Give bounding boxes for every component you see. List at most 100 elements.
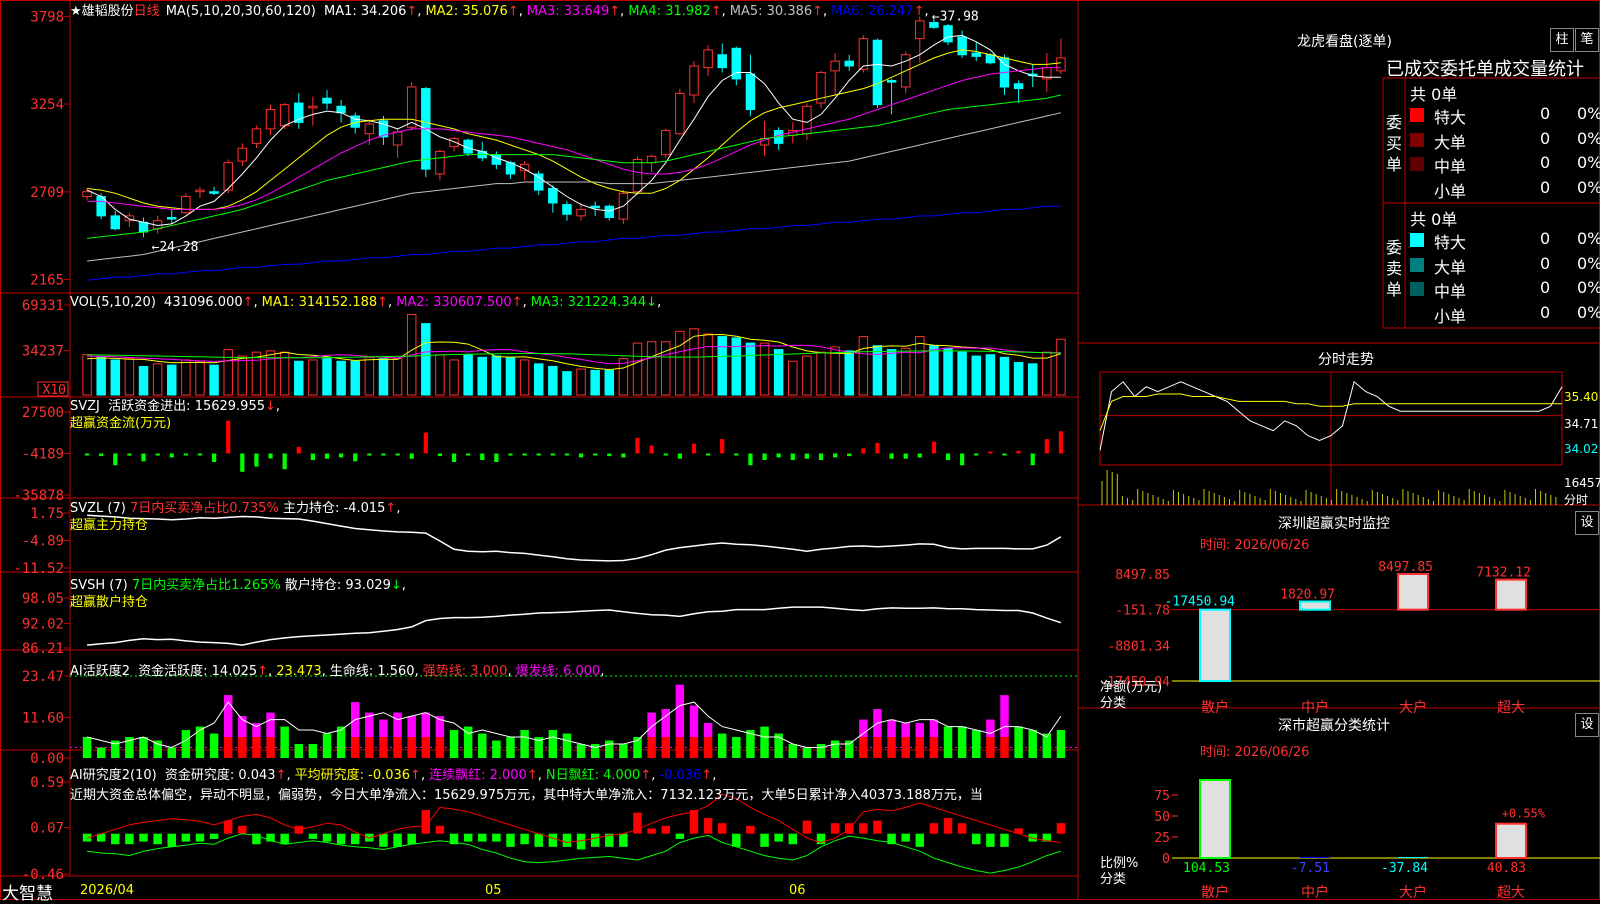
ai-active-bar-16 xyxy=(308,744,318,758)
ai-active-base-20 xyxy=(365,737,374,758)
buy-row-value-3: 0 xyxy=(1540,177,1551,197)
svzj-bar-43 xyxy=(691,443,697,454)
buy-row-pct-3: 0% xyxy=(1577,177,1600,197)
ai-research-bar-14 xyxy=(280,833,289,845)
ai-active-base-11 xyxy=(238,737,247,758)
candle-body-55 xyxy=(858,38,869,70)
vol-header: VOL(5,10,20) 431096.000↑, MA1: 314152.188… xyxy=(70,295,661,310)
ai-research-bar-44 xyxy=(703,817,713,834)
svsh-label: 散户持仓: xyxy=(284,578,342,593)
candle-body-35 xyxy=(576,208,586,217)
sell-row-swatch-3 xyxy=(1410,306,1424,321)
vol-legend-item-sep-2: , xyxy=(522,295,527,310)
vol-bar-44 xyxy=(703,333,713,396)
candle-body-59 xyxy=(915,20,925,40)
ai-active-base-40 xyxy=(647,737,656,758)
intraday-title: 分时走势 xyxy=(1318,352,1374,368)
ai-research-bar-63 xyxy=(972,833,981,845)
svzj-bar-22 xyxy=(395,453,400,456)
ai-active-base-58 xyxy=(901,737,910,758)
candle-body-33 xyxy=(548,187,558,204)
buy-row-label-2: 中单 xyxy=(1434,157,1467,176)
vol-legend-item-0: 431096.000 xyxy=(164,295,243,310)
svzj-bar-20 xyxy=(367,453,372,456)
ai-active-bar-52 xyxy=(816,744,826,758)
svzj-bar-18 xyxy=(338,453,344,458)
ai-research-bar-55 xyxy=(859,823,868,834)
ai-research-bar-41 xyxy=(661,825,670,834)
ai-active-legend-item-sep-1: , xyxy=(321,664,326,679)
vol-bar-18 xyxy=(336,360,346,396)
svzl-header: SVZL (7) 7日内买卖净占比0.735% 主力持仓: -4.015↑, 超… xyxy=(70,501,401,533)
period-label[interactable]: 日线 xyxy=(134,4,160,19)
svzj-tick-1: -4189 xyxy=(22,447,64,463)
ai-research-legend-item-arrow-0: ↑ xyxy=(275,768,287,783)
stock-name[interactable]: 雄韬股份 xyxy=(82,4,134,19)
ai-active-base-64 xyxy=(986,737,995,758)
ai-active-legend-item-sep-2: , xyxy=(414,664,419,679)
ai-research-legend-item-1: 平均研究度: -0.036 xyxy=(294,768,411,783)
bar-mode-button[interactable]: 柱 xyxy=(1550,28,1574,52)
ai-active-base-13 xyxy=(266,737,275,758)
ai-active-bar-4 xyxy=(139,737,148,758)
classify-bar-2 xyxy=(1398,857,1428,858)
ai-research-bar-56 xyxy=(873,820,882,834)
svzj-bar-44 xyxy=(705,453,711,456)
ai-research-legend-item-3: N日飘红: 4.000 xyxy=(545,768,641,783)
candle-body-62 xyxy=(957,36,967,56)
classify-value-0: 104.53 xyxy=(1183,861,1230,876)
svzj-header: SVZJ 活跃资金进出: 15629.955↓, 超赢资金流(万元) xyxy=(70,399,281,431)
candle-body-13 xyxy=(265,109,276,130)
vol-bar-25 xyxy=(435,354,445,396)
ai-active-top-43 xyxy=(689,705,699,738)
ai-active-legend: 资金活跃度: 14.025↑, 23.473, 生命线: 1.560, 强势线: 3.… xyxy=(134,664,604,679)
monitor-y-tick-0: 8497.85 xyxy=(1115,568,1170,583)
classify-settings-button[interactable]: 设 xyxy=(1575,713,1599,737)
ai-active-top-21 xyxy=(379,719,388,738)
ai-research-bar-29 xyxy=(492,833,501,842)
svzj-bar-7 xyxy=(183,453,188,456)
sell-row-swatch-1 xyxy=(1410,257,1424,272)
svzl-tick-2: -11.52 xyxy=(13,561,64,577)
svzj-bar-69 xyxy=(1058,431,1064,454)
ai-active-base-42 xyxy=(675,737,685,758)
svzj-bar-52 xyxy=(818,453,824,461)
intraday-tick-0: 35.40 xyxy=(1564,390,1599,404)
svzl-tick-0: 1.75 xyxy=(30,506,64,522)
monitor-cat-3: 超大 xyxy=(1497,700,1525,716)
classify-bar-3 xyxy=(1495,822,1527,860)
sell-row-pct-3: 0% xyxy=(1577,302,1600,322)
monitor-bar-1 xyxy=(1299,600,1331,611)
vol-bar-36 xyxy=(590,369,600,396)
ai-research-tick-1: 0.07 xyxy=(30,821,64,837)
ai-active-bar-48 xyxy=(760,726,769,758)
ai-active-tick-2: 0.00 xyxy=(30,751,64,767)
svzj-bar-5 xyxy=(155,453,160,456)
monitor-settings-button[interactable]: 设 xyxy=(1575,511,1599,535)
tick-mode-button[interactable]: 笔 xyxy=(1575,28,1599,52)
svzj-bar-60 xyxy=(931,441,937,454)
ma-legend-item-arrow-0: ↑ xyxy=(406,4,418,19)
svzj-bar-34 xyxy=(564,453,570,456)
vol-ma-line-3 xyxy=(87,350,1061,359)
ai-research-legend-item-arrow-2: ↑ xyxy=(526,768,538,783)
svzj-bar-38 xyxy=(621,453,626,458)
ai-active-legend-item-4: 爆发线: 6.000 xyxy=(515,664,601,679)
ma-title: MA(5,10,20,30,60,120) xyxy=(165,4,316,19)
svzj-bar-39 xyxy=(635,437,640,454)
candle-body-39 xyxy=(632,158,643,193)
ma-line-2 xyxy=(87,49,1061,210)
svzj-bar-3 xyxy=(127,453,132,456)
candle-body-45 xyxy=(717,54,727,69)
ai-active-base-41 xyxy=(661,737,670,758)
ma-legend-item-2: MA3: 33.649 xyxy=(526,4,610,19)
monitor-value-0: -17450.94 xyxy=(1165,595,1236,610)
svzj-bar-2 xyxy=(113,453,118,466)
sell-row-pct-1: 0% xyxy=(1577,253,1600,273)
svzj-bar-42 xyxy=(677,453,682,459)
vol-bar-0 xyxy=(82,354,92,396)
monitor-bar-0 xyxy=(1199,608,1231,683)
ai-active-bar-6 xyxy=(167,747,176,758)
vol-bar-48 xyxy=(759,342,770,396)
ai-research-bar-46 xyxy=(732,833,741,847)
